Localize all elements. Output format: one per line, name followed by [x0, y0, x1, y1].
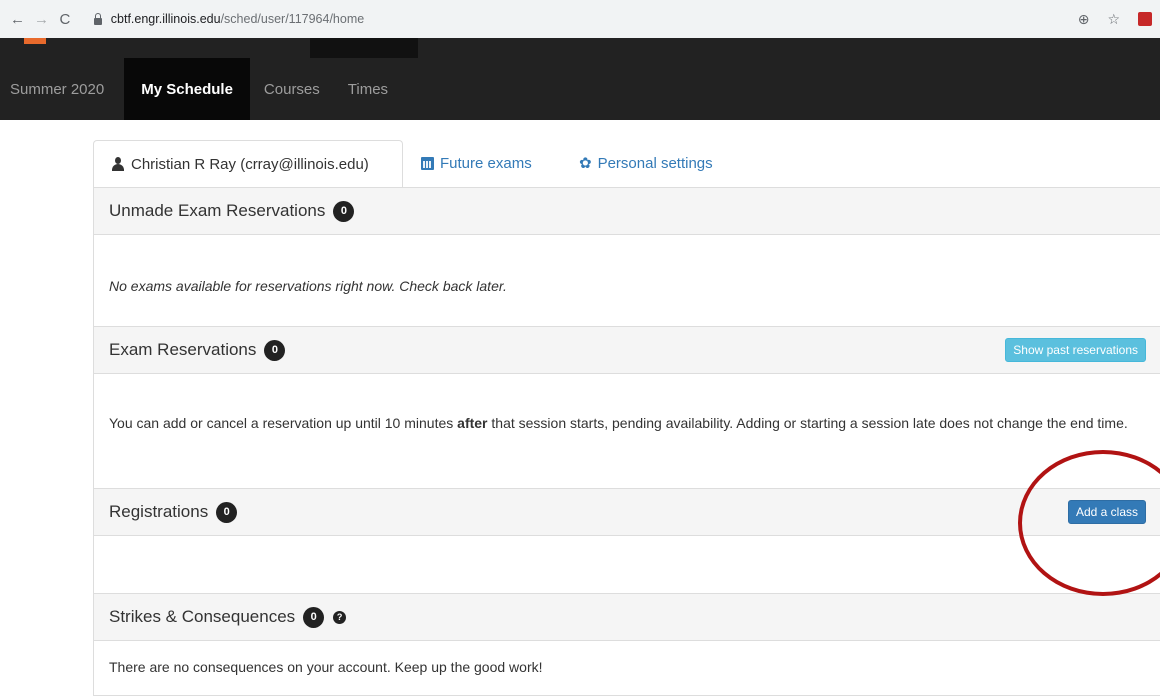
strikes-panel: Strikes & Consequences 0 ? There are no …: [93, 593, 1160, 696]
tab-personal-settings[interactable]: ✿ Personal settings: [579, 140, 713, 186]
bookmark-star-icon[interactable]: ☆: [1107, 11, 1120, 28]
gear-icon: ✿: [579, 154, 592, 172]
add-class-button[interactable]: Add a class: [1067, 500, 1146, 524]
zoom-icon[interactable]: ⊕: [1078, 11, 1090, 28]
nav-term[interactable]: Summer 2020: [0, 58, 118, 120]
count-badge: 0: [264, 339, 286, 361]
address-bar[interactable]: cbtf.engr.illinois.edu/sched/user/117964…: [85, 6, 1078, 32]
panel-title: Registrations: [109, 502, 209, 521]
top-navbar: Summer 2020 My Schedule Courses Times: [0, 38, 1160, 120]
panel-message: You can add or cancel a reservation up u…: [94, 374, 1160, 434]
nav-times[interactable]: Times: [334, 58, 402, 120]
url-path: /sched/user/117964/home: [220, 12, 365, 26]
tab-profile-label: Christian R Ray (crray@illinois.edu): [131, 155, 369, 173]
browser-toolbar: ← → C cbtf.engr.illinois.edu/sched/user/…: [0, 0, 1160, 39]
count-badge: 0: [216, 501, 238, 523]
panel-heading: Registrations 0 Add a class: [94, 489, 1160, 536]
panel-heading: Strikes & Consequences 0 ?: [94, 594, 1160, 641]
exam-reservations-panel: Exam Reservations 0 Show past reservatio…: [93, 326, 1160, 489]
count-badge: 0: [333, 200, 355, 222]
profile-tabs: Christian R Ray (crray@illinois.edu) Fut…: [93, 140, 1160, 188]
message-emphasis: after: [457, 415, 488, 431]
main-nav: Summer 2020 My Schedule Courses Times: [0, 58, 402, 120]
message-text: You can add or cancel a reservation up u…: [109, 415, 458, 431]
panel-title: Exam Reservations: [109, 340, 257, 359]
url-host: cbtf.engr.illinois.edu: [110, 12, 221, 26]
count-badge: 0: [303, 606, 325, 628]
unmade-reservations-panel: Unmade Exam Reservations 0 No exams avai…: [93, 187, 1160, 327]
reload-icon[interactable]: C: [58, 11, 72, 28]
brand-logo[interactable]: [24, 38, 46, 44]
calendar-icon: [421, 156, 434, 170]
registrations-panel: Registrations 0 Add a class: [93, 488, 1160, 594]
message-text-end: that session starts, pending availabilit…: [487, 415, 1128, 431]
lock-icon: [93, 12, 102, 25]
show-past-reservations-button[interactable]: Show past reservations: [1005, 338, 1146, 362]
panel-message: There are no consequences on your accoun…: [109, 659, 543, 675]
pdf-extension-icon[interactable]: [1138, 12, 1152, 26]
panel-heading: Unmade Exam Reservations 0: [94, 188, 1160, 235]
question-circle-icon[interactable]: ?: [333, 610, 347, 624]
panel-title: Unmade Exam Reservations: [109, 201, 326, 220]
nav-my-schedule[interactable]: My Schedule: [124, 58, 250, 120]
panel-heading: Exam Reservations 0 Show past reservatio…: [94, 327, 1160, 374]
panel-message: No exams available for reservations righ…: [109, 278, 507, 294]
forward-arrow-icon[interactable]: →: [34, 11, 49, 28]
nav-courses[interactable]: Courses: [250, 58, 334, 120]
navbar-dark-block: [310, 38, 418, 58]
back-arrow-icon[interactable]: ←: [10, 11, 25, 28]
tab-future-exams[interactable]: Future exams: [421, 140, 532, 186]
user-icon: [111, 157, 125, 171]
tab-profile[interactable]: Christian R Ray (crray@illinois.edu): [93, 140, 403, 188]
panel-title: Strikes & Consequences: [109, 607, 296, 626]
tab-personal-settings-label: Personal settings: [597, 154, 713, 172]
tab-future-exams-label: Future exams: [440, 154, 532, 172]
